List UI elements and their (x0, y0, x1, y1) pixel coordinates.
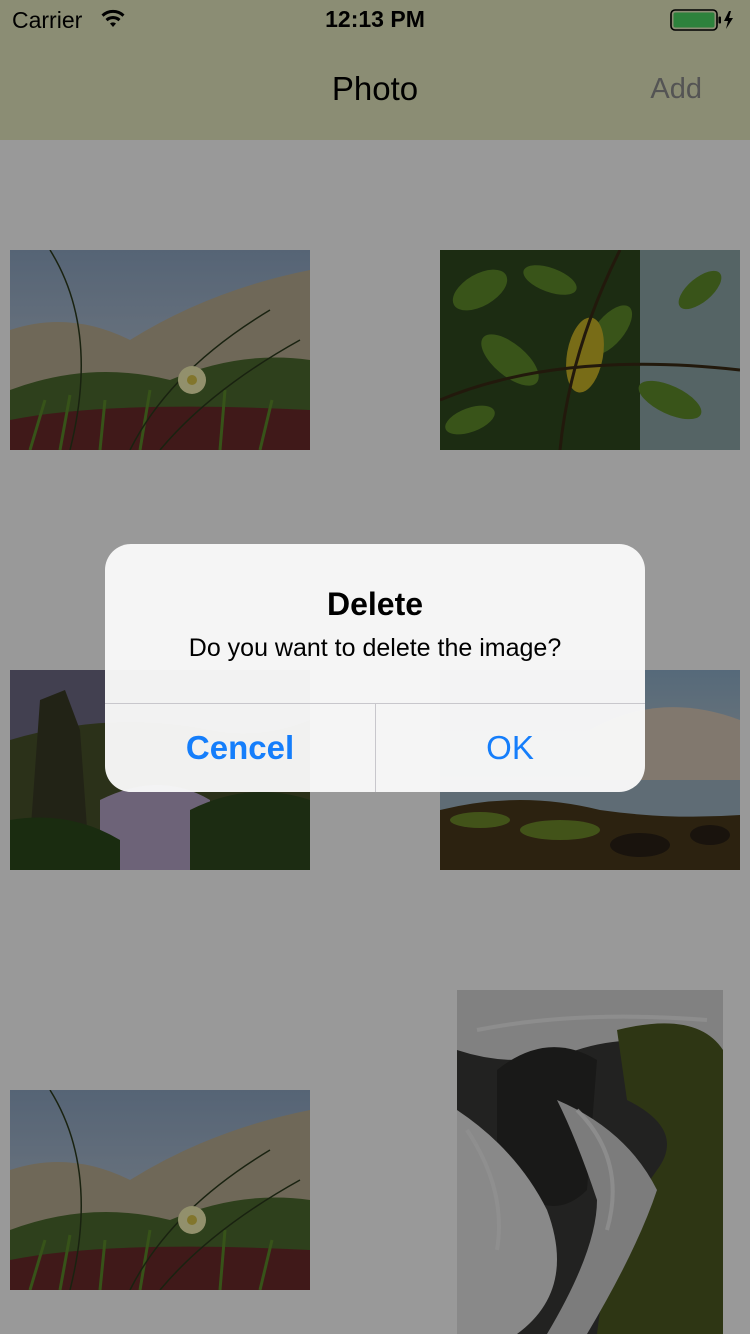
alert-title: Delete (326, 586, 424, 622)
cancel-button[interactable]: Cencel (105, 704, 375, 792)
delete-alert-dialog: Delete Do you want to delete the image? … (105, 544, 645, 792)
ok-button[interactable]: OK (375, 704, 645, 792)
alert-message: Do you want to delete the image? (188, 634, 562, 662)
